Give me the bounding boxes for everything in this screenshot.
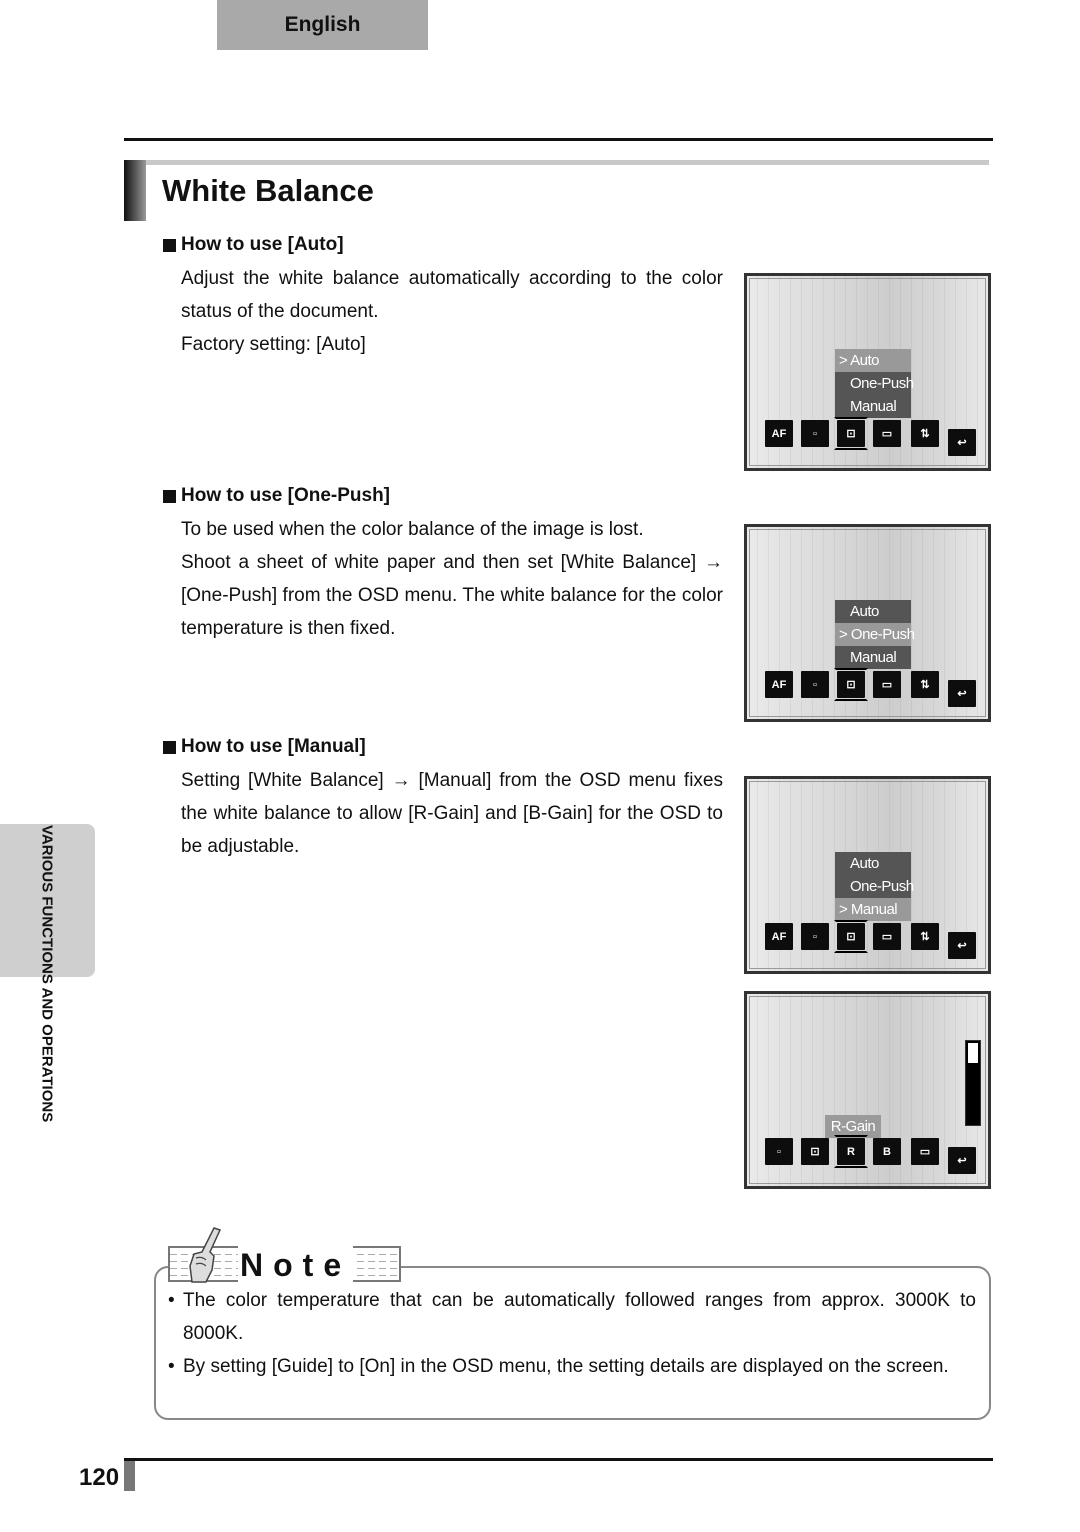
af-icon[interactable]: AF <box>765 420 793 447</box>
bullet-square-icon <box>163 740 176 754</box>
note-item: By setting [Guide] to [On] in the OSD me… <box>168 1350 976 1383</box>
osd-menu: Auto > One-Push Manual <box>835 600 915 669</box>
osd-icon-row: ▫ ⊡ R B ▭ ↩ <box>765 1135 976 1174</box>
osd-menu: Auto One-Push > Manual <box>835 852 914 921</box>
return-icon[interactable]: ↩ <box>948 932 976 959</box>
pointing-hand-icon <box>189 1227 222 1283</box>
page-title: White Balance <box>162 173 374 208</box>
osd-menu-item[interactable]: Manual <box>835 395 911 418</box>
b-gain-icon[interactable]: B <box>873 1138 901 1165</box>
section-one-push: How to use [One-Push] To be used when th… <box>163 484 723 645</box>
osd-menu-item[interactable]: > Manual <box>835 898 911 921</box>
note-title: Note <box>238 1246 354 1284</box>
osd-menu-item[interactable]: One-Push <box>835 875 914 898</box>
osd-screen-one-push: Auto > One-Push Manual AF ▫ ⊡ ▭ ⇅ ↩ <box>744 524 991 722</box>
monitor-icon[interactable]: ▭ <box>873 923 901 950</box>
osd-menu: > Auto One-Push Manual <box>835 349 914 418</box>
af-icon[interactable]: AF <box>765 671 793 698</box>
language-tab[interactable]: English <box>217 0 428 50</box>
section-text: Factory setting: [Auto] <box>181 334 366 355</box>
section-text: Setting [White Balance] → [Manual] from … <box>181 770 723 857</box>
focus-frame-icon[interactable]: ▫ <box>801 923 829 950</box>
chapter-side-tab-label: VARIOUS FUNCTIONS AND OPERATIONS <box>38 825 56 1123</box>
white-balance-icon[interactable]: ⊡ <box>834 417 868 450</box>
osd-icon-row: AF ▫ ⊡ ▭ ⇅ ↩ <box>765 417 976 456</box>
osd-screen-manual: Auto One-Push > Manual AF ▫ ⊡ ▭ ⇅ ↩ <box>744 776 991 974</box>
section-text: Shoot a sheet of white paper and then se… <box>181 552 723 639</box>
image-swap-icon[interactable]: ⇅ <box>911 923 939 950</box>
top-rule <box>124 138 993 141</box>
monitor-icon[interactable]: ▭ <box>873 420 901 447</box>
focus-frame-icon[interactable]: ▫ <box>801 420 829 447</box>
monitor-icon[interactable]: ▭ <box>911 1138 939 1165</box>
white-balance-icon[interactable]: ⊡ <box>801 1138 829 1165</box>
osd-icon-row: AF ▫ ⊡ ▭ ⇅ ↩ <box>765 668 976 707</box>
section-heading: How to use [Manual] <box>181 736 366 757</box>
osd-menu-item[interactable]: Auto <box>835 600 911 623</box>
osd-screen-r-gain: R-Gain ▫ ⊡ R B ▭ ↩ <box>744 991 991 1189</box>
bullet-square-icon <box>163 238 176 252</box>
return-icon[interactable]: ↩ <box>948 429 976 456</box>
gain-level-bar[interactable] <box>965 1040 981 1126</box>
osd-menu-item[interactable]: > One-Push <box>835 623 915 646</box>
page-number-accent <box>124 1461 135 1491</box>
osd-screen-auto: > Auto One-Push Manual AF ▫ ⊡ ▭ ⇅ ↩ <box>744 273 991 471</box>
page-number: 120 <box>79 1464 120 1491</box>
osd-menu-item[interactable]: One-Push <box>835 372 914 395</box>
bottom-rule <box>124 1458 993 1461</box>
language-label: English <box>284 13 361 36</box>
section-manual: How to use [Manual] Setting [White Balan… <box>163 735 723 863</box>
gain-level-indicator <box>968 1043 978 1063</box>
image-swap-icon[interactable]: ⇅ <box>911 671 939 698</box>
section-text: To be used when the color balance of the… <box>181 519 644 540</box>
return-icon[interactable]: ↩ <box>948 1147 976 1174</box>
white-balance-icon[interactable]: ⊡ <box>834 920 868 953</box>
section-heading: How to use [One-Push] <box>181 485 390 506</box>
return-icon[interactable]: ↩ <box>948 680 976 707</box>
title-accent <box>124 160 146 221</box>
monitor-icon[interactable]: ▭ <box>873 671 901 698</box>
title-underline <box>146 160 989 165</box>
image-swap-icon[interactable]: ⇅ <box>911 420 939 447</box>
af-icon[interactable]: AF <box>765 923 793 950</box>
focus-frame-icon[interactable]: ▫ <box>801 671 829 698</box>
focus-frame-icon[interactable]: ▫ <box>765 1138 793 1165</box>
note-list: The color temperature that can be automa… <box>168 1284 976 1383</box>
section-text: Adjust the white balance automatically a… <box>181 268 723 322</box>
r-gain-icon[interactable]: R <box>834 1135 868 1168</box>
section-auto: How to use [Auto] Adjust the white balan… <box>163 233 723 361</box>
section-heading: How to use [Auto] <box>181 234 344 255</box>
note-item: The color temperature that can be automa… <box>168 1284 976 1350</box>
osd-menu-item[interactable]: Auto <box>835 852 911 875</box>
osd-icon-row: AF ▫ ⊡ ▭ ⇅ ↩ <box>765 920 976 959</box>
osd-menu-item[interactable]: > Auto <box>835 349 911 372</box>
osd-menu-item[interactable]: Manual <box>835 646 911 669</box>
white-balance-icon[interactable]: ⊡ <box>834 668 868 701</box>
bullet-square-icon <box>163 489 176 503</box>
